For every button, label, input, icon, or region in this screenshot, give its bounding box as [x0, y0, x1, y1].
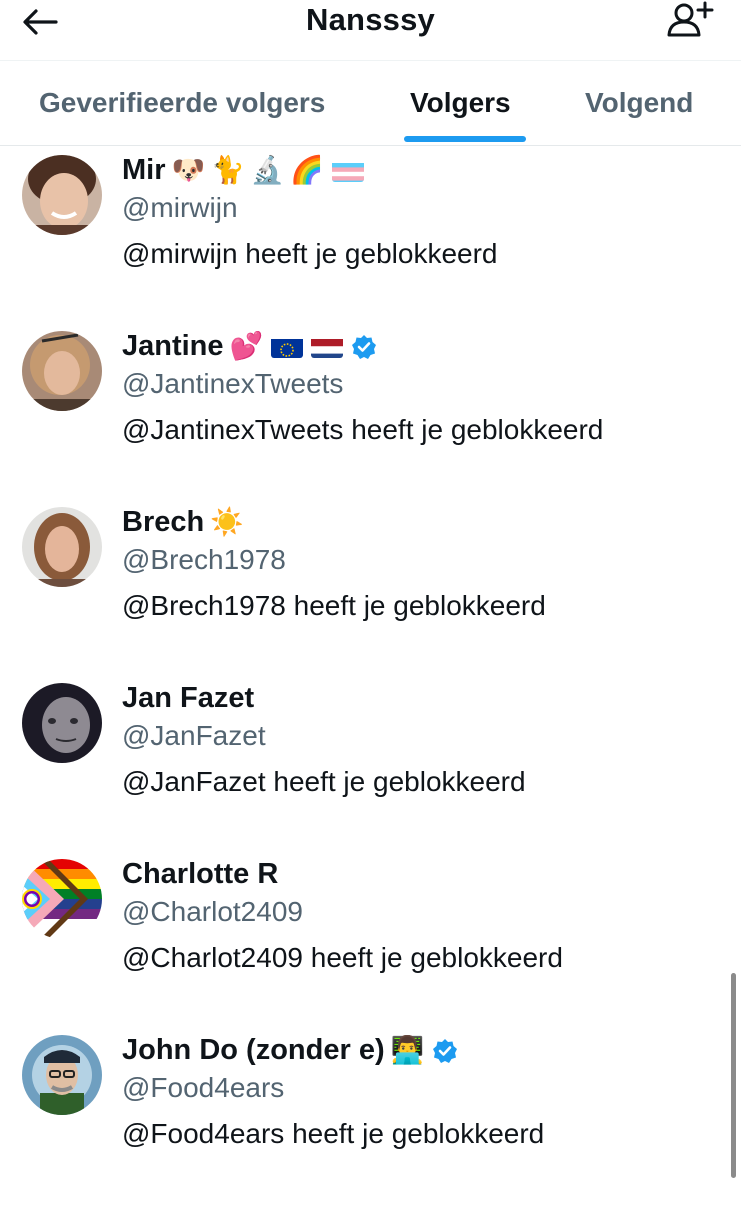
user-name: Mir 🐶 🐈 🔬 🌈 [122, 154, 364, 187]
scrollbar[interactable] [731, 973, 736, 1178]
avatar [22, 683, 102, 763]
user-name: Charlotte R [122, 858, 279, 890]
sun-icon: ☀️ [210, 507, 244, 537]
blocked-status: @JantinexTweets heeft je geblokkeerd [122, 414, 604, 445]
technologist-icon: 👨‍💻 [390, 1035, 425, 1065]
user-handle: @Brech1978 [122, 544, 286, 575]
microscope-icon: 🔬 [250, 155, 285, 185]
user-handle: @Charlot2409 [122, 896, 303, 927]
user-name: Brech ☀️ [122, 506, 244, 538]
tab-verified-followers[interactable]: Geverifieerde volgers [39, 87, 325, 119]
blocked-status: @Brech1978 heeft je geblokkeerd [122, 590, 546, 621]
list-item[interactable]: John Do (zonder e) 👨‍💻 @Food4ears @Food4… [0, 1034, 741, 1210]
user-name: John Do (zonder e) 👨‍💻 [122, 1034, 458, 1067]
blocked-status: @JanFazet heeft je geblokkeerd [122, 766, 526, 797]
blocked-status: @Food4ears heeft je geblokkeerd [122, 1118, 545, 1149]
blocked-status: @Charlot2409 heeft je geblokkeerd [122, 942, 563, 973]
user-name: Jantine 💕 [122, 330, 377, 363]
rainbow-icon: 🌈 [290, 155, 324, 185]
avatar [22, 1035, 102, 1115]
list-item[interactable]: Brech ☀️ @Brech1978 @Brech1978 heeft je … [0, 506, 741, 682]
blocked-status: @mirwijn heeft je geblokkeerd [122, 238, 498, 269]
netherlands-flag-icon [311, 336, 344, 358]
tab-following[interactable]: Volgend [585, 87, 693, 119]
list-item[interactable]: Charlotte R @Charlot2409 @Charlot2409 he… [0, 858, 741, 1034]
two-hearts-icon: 💕 [229, 331, 264, 361]
user-name: Jan Fazet [122, 682, 255, 714]
dog-icon: 🐶 [171, 155, 206, 185]
verified-badge-icon [432, 1038, 458, 1064]
tab-followers[interactable]: Volgers [410, 87, 511, 119]
transgender-flag-icon [332, 160, 364, 182]
top-bar: Nansssy [0, 0, 741, 60]
list-item[interactable]: Jan Fazet @JanFazet @JanFazet heeft je g… [0, 682, 741, 858]
active-tab-indicator [404, 136, 526, 142]
user-handle: @Food4ears [122, 1072, 285, 1103]
cat-icon: 🐈 [211, 155, 245, 185]
list-item[interactable]: Jantine 💕 @JantinexTweets @JantinexTweet… [0, 330, 741, 506]
list-item[interactable]: Mir 🐶 🐈 🔬 🌈 @mirwijn @mirwijn heeft je g… [0, 154, 741, 330]
eu-flag-icon [271, 336, 304, 358]
page-title: Nansssy [306, 2, 435, 37]
user-handle: @mirwijn [122, 192, 238, 223]
avatar [22, 859, 102, 939]
avatar [22, 331, 102, 411]
avatar [22, 155, 102, 235]
verified-badge-icon [351, 334, 377, 360]
user-handle: @JanFazet [122, 720, 266, 751]
person-plus-icon[interactable] [664, 0, 714, 42]
avatar [22, 507, 102, 587]
tab-bar: Geverifieerde volgers Volgers Volgend [0, 60, 741, 146]
user-handle: @JantinexTweets [122, 368, 344, 399]
